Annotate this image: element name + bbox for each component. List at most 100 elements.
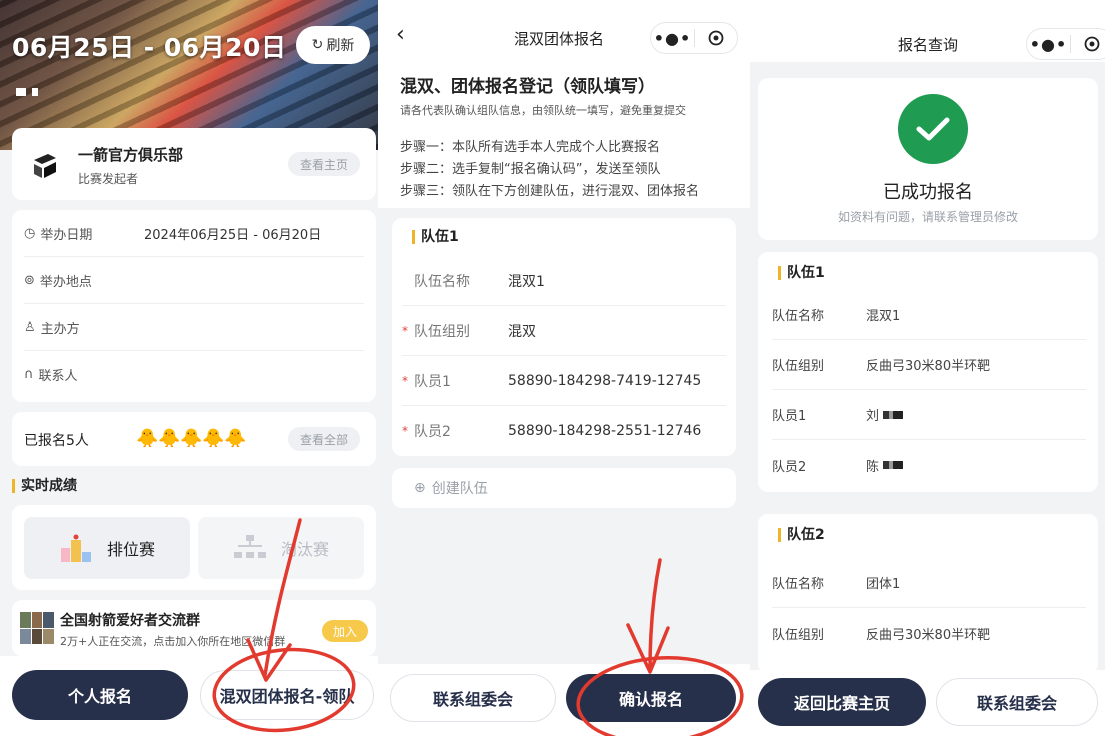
team2-card: 队伍2 队伍名称 团体1 队伍组别 反曲弓30米80半环靶 (758, 514, 1098, 674)
avatar: 🐥 (158, 428, 181, 449)
bottom-action-bar: 个人报名 混双团体报名-领队 (0, 656, 378, 736)
bottom-action-bar: 联系组委会 确认报名 (378, 664, 750, 736)
form-row-team-group[interactable]: * 队伍组别 混双 (402, 306, 726, 356)
group-subtitle: 2万+人正在交流，点击加入你所在地区微信群 (60, 635, 286, 648)
redacted-mark (883, 461, 904, 469)
avatar: 🐥 (180, 428, 203, 449)
page-title: 混双团体报名 (514, 30, 605, 48)
info-label: 联系人 (38, 369, 78, 384)
refresh-label: 刷新 (326, 38, 355, 54)
hero-decoration (16, 88, 44, 96)
nav-bar: 报名查询 •●• (750, 0, 1105, 62)
avatar: 🐥 (202, 428, 225, 449)
detail-row: 队员1 刘 (772, 390, 1086, 440)
form-row-member1[interactable]: * 队员1 58890-184298-7419-12745 (402, 356, 726, 406)
success-title: 已成功报名 (883, 182, 973, 203)
field-label: 队员2 (414, 424, 451, 440)
detail-row: 队员2 陈 (772, 440, 1086, 490)
form-row-member2[interactable]: * 队员2 58890-184298-2551-12746 (402, 406, 726, 456)
individual-register-button[interactable]: 个人报名 (12, 670, 188, 720)
team-registration-screen: ‹ 混双团体报名 •●• 混双、团体报名登记（领队填写） 请各代表队确认组队信息… (378, 0, 750, 736)
field-value: 混双1 (866, 309, 901, 324)
field-label: 队伍名称 (414, 273, 470, 290)
plus-circle-icon: ⊕ (414, 480, 426, 496)
page-title: 报名查询 (898, 36, 959, 54)
ranking-round-tile[interactable]: 排位赛 (24, 517, 190, 579)
field-value: 陈 (866, 459, 880, 475)
registration-query-screen: 报名查询 •●• 已成功报名 如资料有问题，请联系管理员修改 队伍1 队伍名称 混… (750, 0, 1105, 736)
team-heading: 队伍1 (412, 230, 459, 244)
join-group-button[interactable]: 加入 (322, 620, 368, 642)
required-mark: * (402, 323, 408, 338)
group-title: 全国射箭爱好者交流群 (60, 613, 200, 629)
team-heading: 队伍1 (778, 266, 825, 280)
close-target-icon[interactable] (1071, 36, 1105, 52)
confirm-register-button[interactable]: 确认报名 (566, 674, 736, 722)
refresh-button[interactable]: ↻ 刷新 (296, 26, 370, 64)
club-logo-icon (34, 154, 56, 178)
tile-label: 排位赛 (106, 540, 155, 559)
member2-code-field[interactable]: 58890-184298-2551-12746 (508, 423, 701, 439)
contact-committee-button[interactable]: 联系组委会 (936, 678, 1098, 726)
wechat-group-card[interactable]: 全国射箭爱好者交流群 2万+人正在交流，点击加入你所在地区微信群 加入 (12, 600, 376, 656)
form-row-team-name[interactable]: 队伍名称 混双1 (402, 256, 726, 306)
results-card: 排位赛 淘汰赛 (12, 505, 376, 590)
detail-row: 队伍组别 反曲弓30米80半环靶 (772, 608, 1086, 658)
bottom-action-bar: 返回比赛主页 联系组委会 (750, 670, 1105, 736)
realtime-results-title: 实时成绩 (12, 479, 77, 493)
detail-row: 队伍组别 反曲弓30米80半环靶 (772, 340, 1086, 390)
required-mark: * (402, 424, 408, 438)
registration-intro: 混双、团体报名登记（领队填写） 请各代表队确认组队信息，由领队统一填写，避免重复… (378, 62, 750, 208)
create-team-label: 创建队伍 (431, 481, 488, 497)
field-label: 队伍组别 (414, 323, 470, 340)
more-icon[interactable]: •●• (651, 29, 694, 48)
step-text: 步骤二：选手复制“报名确认码”，发送至领队 (400, 162, 661, 177)
tile-label: 淘汰赛 (280, 540, 329, 559)
back-to-home-button[interactable]: 返回比赛主页 (758, 678, 926, 726)
avatar: 🐥 (224, 428, 247, 449)
info-value: 2024年06月25日 - 06月20日 (144, 227, 322, 243)
refresh-icon: ↻ (311, 37, 324, 53)
create-team-button[interactable]: ⊕ 创建队伍 (392, 468, 736, 508)
view-home-button[interactable]: 查看主页 (288, 152, 360, 176)
mini-program-capsule: •●• (1026, 28, 1105, 60)
info-label: 举办日期 (40, 227, 93, 243)
club-name: 一箭官方俱乐部 (78, 146, 184, 164)
info-row-organizer[interactable]: ♙ 主办方 (24, 304, 364, 351)
contact-committee-button[interactable]: 联系组委会 (390, 674, 556, 722)
team-group-field[interactable]: 混双 (508, 321, 536, 341)
detail-row: 队伍名称 团体1 (772, 558, 1086, 608)
info-row-date: ◷ 举办日期 2024年06月25日 - 06月20日 (24, 210, 364, 257)
location-icon: ⊚ (24, 272, 35, 288)
info-label: 主办方 (40, 321, 80, 337)
team-name-field[interactable]: 混双1 (508, 271, 545, 291)
more-icon[interactable]: •●• (1027, 35, 1070, 54)
back-arrow-icon[interactable]: ‹ (396, 22, 405, 47)
required-mark: * (402, 373, 408, 388)
info-row-contact[interactable]: ∩ 联系人 (24, 351, 364, 398)
field-value: 团体1 (866, 577, 901, 592)
registered-count: 已报名5人 (24, 433, 89, 449)
bracket-icon (233, 535, 266, 558)
field-label: 队伍组别 (772, 359, 825, 374)
team-register-button[interactable]: 混双团体报名-领队 (200, 670, 374, 720)
info-row-location[interactable]: ⊚ 举办地点 (24, 257, 364, 304)
registered-card: 已报名5人 🐥 🐥 🐥 🐥 🐥 查看全部 (12, 412, 376, 466)
team-heading: 队伍2 (778, 528, 825, 542)
club-card: 一箭官方俱乐部 比赛发起者 查看主页 (12, 128, 376, 200)
competition-home-screen: 06月25日 - 06月20日 ↻ 刷新 一箭官方俱乐部 比赛发起者 查看主页 … (0, 0, 378, 736)
person-icon: ♙ (24, 319, 36, 335)
info-label: 举办地点 (39, 274, 92, 290)
field-label: 队员2 (772, 459, 807, 475)
member1-code-field[interactable]: 58890-184298-7419-12745 (508, 373, 701, 389)
clock-icon: ◷ (24, 225, 36, 241)
team-form-card: 队伍1 队伍名称 混双1 * 队伍组别 混双 * 队员1 58890-184298-741… (392, 218, 736, 456)
close-target-icon[interactable] (695, 30, 737, 46)
view-all-button[interactable]: 查看全部 (288, 427, 360, 451)
field-label: 队员1 (414, 373, 451, 390)
success-card: 已成功报名 如资料有问题，请联系管理员修改 (758, 78, 1098, 240)
podium-icon (60, 534, 91, 562)
elimination-tile[interactable]: 淘汰赛 (198, 517, 364, 579)
check-icon (898, 94, 968, 164)
step-text: 步骤三：领队在下方创建队伍，进行混双、团体报名 (400, 184, 700, 199)
